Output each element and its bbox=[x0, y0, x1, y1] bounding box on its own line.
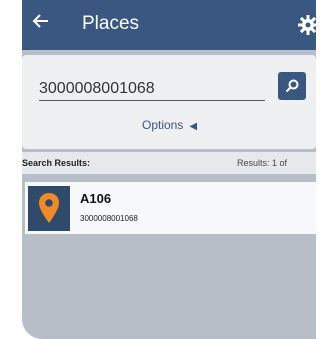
search-input[interactable] bbox=[39, 78, 265, 101]
options-toggle[interactable]: Options ◀ bbox=[142, 118, 197, 132]
gear-icon[interactable] bbox=[297, 14, 316, 36]
search-icon bbox=[285, 79, 299, 93]
place-code: 3000008001068 bbox=[80, 214, 138, 223]
back-arrow-icon[interactable] bbox=[30, 10, 52, 32]
results-header: Search Results: Results: 1 of bbox=[22, 152, 316, 174]
app-bar: Places bbox=[22, 0, 316, 50]
search-button[interactable] bbox=[278, 72, 306, 100]
search-panel: Options ◀ bbox=[22, 55, 316, 149]
app-screen: Places 3000008001068 Options ◀ Search Re… bbox=[22, 0, 316, 339]
results-count: Results: 1 of bbox=[237, 158, 288, 168]
list-item[interactable]: A106 3000008001068 bbox=[25, 182, 316, 234]
place-name: A106 bbox=[80, 191, 112, 206]
results-label: Search Results: bbox=[22, 158, 91, 168]
map-pin-icon bbox=[39, 193, 59, 223]
place-thumbnail bbox=[28, 186, 70, 231]
triangle-left-icon: ◀ bbox=[189, 121, 198, 132]
page-title: Places bbox=[82, 13, 140, 34]
options-label: Options bbox=[142, 118, 184, 132]
